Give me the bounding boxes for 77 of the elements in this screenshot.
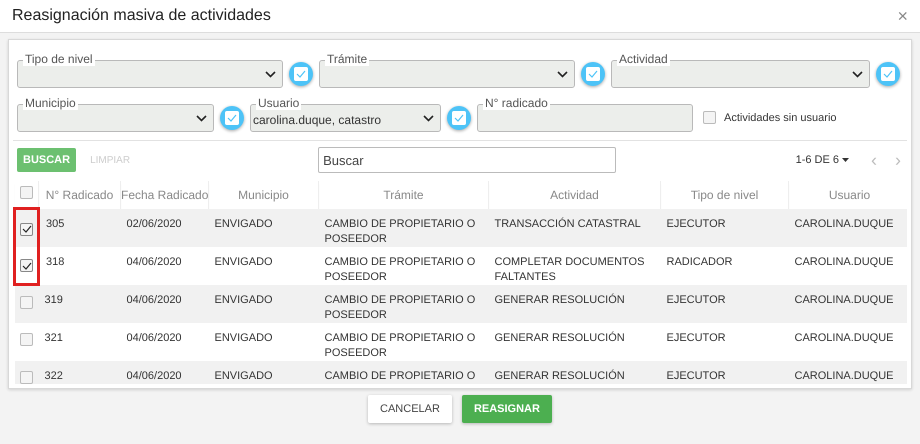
table-cell: 318 [38, 246, 120, 284]
table-cell: COMPLETAR DOCUMENTOS FALTANTES [488, 246, 660, 284]
next-page-button[interactable]: › [893, 150, 903, 170]
table-cell: GENERAR RESOLUCIÓN [488, 284, 660, 322]
table-cell: 02/06/2020 [120, 208, 208, 246]
table-cell: EJECUTOR [660, 284, 788, 322]
reassign-button[interactable]: REASIGNAR [462, 395, 552, 423]
close-button[interactable]: × [893, 6, 912, 26]
table-cell: ENVIGADO [208, 322, 318, 360]
table-cell: RADICADOR [660, 246, 788, 284]
check-icon [22, 225, 32, 233]
row-checkbox[interactable] [20, 259, 33, 272]
row-checkbox[interactable] [20, 222, 33, 236]
check-icon [883, 70, 893, 78]
table-cell: EJECUTOR [660, 322, 788, 360]
pagination-dropdown[interactable]: 1-6 DE 6 [790, 153, 855, 167]
table-cell: ENVIGADO [208, 208, 318, 246]
table-cell: CAROLINA.DUQUE [788, 284, 907, 322]
row-checkbox[interactable] [20, 296, 33, 309]
table-cell: CAMBIO DE PROPIETARIO O [318, 360, 488, 384]
chevron-down-icon [196, 114, 207, 122]
field-label: Usuario [256, 96, 302, 110]
chevron-down-icon [265, 70, 276, 78]
checkbox-label: Actividades sin usuario [724, 112, 837, 124]
table-cell: 305 [38, 208, 120, 246]
table-cell: CAMBIO DE PROPIETARIO O POSEEDOR [318, 208, 488, 246]
field-label: Municipio [23, 96, 78, 110]
table-cell: GENERAR RESOLUCIÓN [488, 322, 660, 360]
field-label: N° radicado [483, 96, 550, 110]
table-cell: 321 [38, 322, 120, 360]
checkbox[interactable] [703, 111, 716, 124]
table-cell: CAMBIO DE PROPIETARIO O POSEEDOR [318, 322, 488, 360]
table-cell: 04/06/2020 [120, 246, 208, 284]
row-checkbox[interactable] [20, 370, 33, 384]
chevron-down-icon [557, 70, 568, 78]
check-icon [454, 114, 464, 122]
table-cell: GENERAR RESOLUCIÓN [488, 360, 660, 384]
checkbox-toggle[interactable] [289, 62, 313, 86]
field-label: Actividad [617, 52, 670, 66]
chevron-down-icon [423, 114, 434, 122]
window-title: Reasignación masiva de actividades [12, 7, 271, 25]
search-button[interactable]: BUSCAR [17, 148, 76, 172]
checkbox-toggle[interactable] [581, 62, 605, 86]
table-cell: CAROLINA.DUQUE [788, 208, 907, 246]
table-cell: TRANSACCIÓN CATASTRAL [488, 208, 660, 246]
table-cell: 04/06/2020 [120, 322, 208, 360]
table-cell: 04/06/2020 [120, 360, 208, 384]
table-cell: CAROLINA.DUQUE [788, 246, 907, 284]
check-icon [22, 262, 32, 270]
table-cell: CAROLINA.DUQUE [788, 360, 907, 384]
previous-page-button[interactable]: ‹ [869, 150, 879, 170]
check-icon [227, 114, 237, 122]
check-icon [588, 70, 598, 78]
table-cell: CAROLINA.DUQUE [788, 322, 907, 360]
checkbox-toggle[interactable] [447, 106, 471, 130]
table-cell: 319 [38, 284, 120, 322]
field-label: Trámite [325, 52, 370, 66]
checkbox-toggle[interactable] [220, 106, 244, 130]
table-cell: EJECUTOR [660, 208, 788, 246]
chevron-down-icon [852, 70, 863, 78]
cancel-button[interactable]: CANCELAR [368, 395, 452, 423]
table-cell: 322 [38, 360, 120, 384]
field-value: carolina.duque, catastro [253, 113, 382, 127]
table-cell: ENVIGADO [208, 284, 318, 322]
table-cell: EJECUTOR [660, 360, 788, 384]
table-cell: ENVIGADO [208, 246, 318, 284]
check-icon [296, 70, 306, 78]
caret-down-icon [842, 158, 849, 162]
table-cell: CAMBIO DE PROPIETARIO O POSEEDOR [318, 246, 488, 284]
search-field[interactable]: Buscar [318, 147, 616, 173]
field-label: Tipo de nivel [23, 52, 95, 66]
select-all-checkbox[interactable] [20, 186, 33, 199]
table-cell: 04/06/2020 [120, 284, 208, 322]
row-checkbox[interactable] [20, 332, 33, 346]
checkbox-toggle[interactable] [876, 62, 900, 86]
table-cell: CAMBIO DE PROPIETARIO O POSEEDOR [318, 284, 488, 322]
table-cell: ENVIGADO [208, 360, 318, 384]
